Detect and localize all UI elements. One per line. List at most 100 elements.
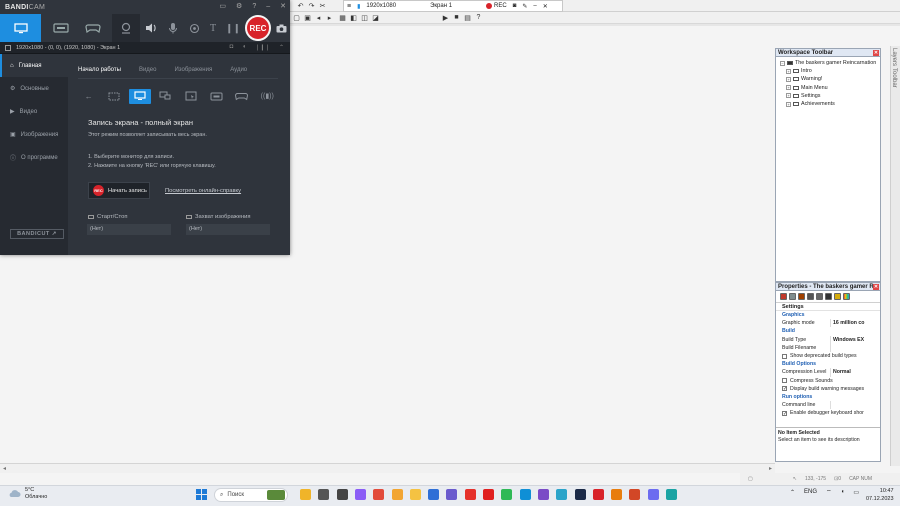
mic-icon[interactable]: ▮ [357, 3, 360, 10]
camera-icon[interactable]: ◙ [513, 3, 517, 9]
mail-icon[interactable] [428, 489, 440, 500]
weather-widget[interactable]: 5°C Облачно [8, 487, 47, 500]
pencil-icon[interactable]: ✎ [522, 3, 527, 10]
store-icon[interactable] [647, 489, 659, 500]
speaker-button[interactable] [140, 14, 162, 42]
text-overlay-button[interactable]: T [202, 14, 224, 42]
submode-around-mouse[interactable] [180, 89, 202, 104]
taskbar-search[interactable]: ⌕ Поиск [214, 488, 288, 502]
taskbar-clock[interactable]: 10:47 07.12.2023 [866, 487, 894, 503]
tool-new-icon[interactable]: ▢ [292, 13, 301, 22]
chrome-icon[interactable] [373, 489, 385, 500]
close-icon[interactable]: ✕ [873, 50, 879, 56]
undo-icon[interactable]: ↶ [296, 1, 305, 10]
property-row[interactable]: Command line [776, 401, 880, 410]
battery-icon[interactable]: ▭ [853, 489, 859, 496]
gear-icon[interactable]: ⚙ [236, 2, 242, 10]
expand-icon[interactable]: + [786, 68, 791, 74]
tool-sprite-icon[interactable]: ◧ [349, 13, 358, 22]
pause-button[interactable]: ❙❙ [222, 14, 244, 42]
expand-icon[interactable]: + [786, 76, 791, 82]
tool-play-icon[interactable]: ▶ [441, 13, 450, 22]
mic-button[interactable] [162, 14, 184, 42]
property-checkbox-row[interactable]: ✓ Display build warning messages [776, 385, 880, 393]
close-icon[interactable]: ✕ [543, 3, 548, 10]
sidebar-item-0[interactable]: ⌂ Главная [0, 54, 68, 77]
edge-icon[interactable] [519, 489, 531, 500]
collapse-icon[interactable]: ⌃ [279, 44, 284, 51]
checkbox-checked-icon[interactable]: ✓ [782, 410, 787, 416]
tree-item[interactable]: + Main Menu [780, 84, 880, 92]
tab-2[interactable]: Изображения [174, 67, 212, 73]
property-value[interactable]: Normal [830, 368, 880, 377]
sidebar-item-2[interactable]: ▶ Видео [0, 100, 68, 123]
property-row[interactable]: Compression Level Normal [776, 368, 880, 377]
volume-icon[interactable]: ◖ [841, 489, 845, 495]
online-help-link[interactable]: Посмотреть онлайн-справку [165, 188, 241, 194]
font-icon[interactable] [825, 293, 832, 300]
powerpoint-icon[interactable] [629, 489, 641, 500]
audio-wave-icon[interactable]: ❘❙❘ [255, 44, 270, 51]
sidebar-item-3[interactable]: ▣ Изображения [0, 123, 68, 146]
tree-item[interactable]: + Settings [780, 92, 880, 100]
tree-root[interactable]: − The baskers gamer Reincarnation [780, 59, 880, 67]
blender-icon[interactable] [611, 489, 623, 500]
close-icon[interactable]: ✕ [873, 284, 879, 290]
tree-item[interactable]: + Intro [780, 67, 880, 75]
windows-start-icon[interactable] [196, 489, 207, 500]
property-value[interactable] [830, 343, 880, 352]
submode-back[interactable]: ← [78, 89, 100, 104]
folder-icon[interactable] [409, 489, 421, 500]
submode-audio[interactable]: ((▮)) [257, 89, 279, 104]
rec-button[interactable]: REC [245, 15, 271, 41]
expand-icon[interactable]: + [786, 101, 791, 107]
tab-0[interactable]: Начало работы [78, 67, 121, 73]
teams-icon[interactable] [446, 489, 458, 500]
submode-rect[interactable] [104, 89, 126, 104]
tool-debug-icon[interactable]: ▤ [463, 13, 472, 22]
photos-icon[interactable] [391, 489, 403, 500]
tool-room-icon[interactable]: ◪ [371, 13, 380, 22]
help-icon[interactable]: ? [252, 3, 256, 10]
checkbox-checked-icon[interactable]: ✓ [782, 386, 787, 392]
property-row[interactable]: Build Filename [776, 343, 880, 352]
sound-icon[interactable] [789, 293, 796, 300]
submode-gamepad[interactable] [231, 89, 253, 104]
checkbox-icon[interactable] [782, 378, 787, 384]
whatsapp-icon[interactable] [501, 489, 513, 500]
tab-1[interactable]: Видео [139, 67, 157, 73]
mode-screen-button[interactable] [0, 14, 41, 42]
property-value[interactable]: Windows EX [830, 335, 880, 344]
hotkey-start-field[interactable]: (Нет) [87, 224, 171, 235]
minimize-icon[interactable]: – [266, 3, 270, 10]
file-explorer-icon[interactable] [300, 489, 311, 500]
sidebar-item-4[interactable]: ⓘ О программе [0, 146, 68, 169]
screenshot-button[interactable] [272, 14, 290, 42]
sidebar-item-1[interactable]: ⚙ Основные [0, 77, 68, 100]
layers-tab-label[interactable]: Layers [891, 48, 897, 66]
yandex-icon[interactable] [464, 489, 476, 500]
tool-open-icon[interactable]: ▣ [303, 13, 312, 22]
toolbar-tab-label[interactable]: Toolbar [891, 68, 897, 88]
bandicam-icon[interactable] [592, 489, 604, 500]
room-icon[interactable] [843, 293, 850, 300]
webcam-button[interactable] [112, 14, 140, 42]
tool-help-icon[interactable]: ? [474, 13, 483, 22]
tree-item[interactable]: + Achievements [780, 100, 880, 108]
property-value[interactable]: 16 million co [830, 319, 880, 328]
video-icon[interactable]: ◘ [230, 44, 234, 51]
opera-icon[interactable] [483, 489, 494, 500]
browser-icon[interactable] [354, 489, 366, 500]
property-row[interactable]: Graphic mode 16 million co [776, 319, 880, 328]
collapse-icon[interactable]: − [780, 60, 785, 66]
sprite-icon[interactable] [780, 293, 787, 300]
horizontal-scrollbar[interactable]: ◂ ▸ [0, 463, 775, 473]
close-icon[interactable]: ✕ [280, 2, 286, 10]
start-recording-button[interactable]: REC Начать запись [88, 182, 150, 199]
mode-gamepad-button[interactable] [78, 14, 108, 42]
tray-chevron-icon[interactable]: ⌃ [790, 489, 795, 496]
property-value[interactable] [830, 401, 880, 410]
cut-icon[interactable]: ✂ [318, 1, 327, 10]
paint-icon[interactable] [556, 489, 568, 500]
folder-icon[interactable]: ▭ [219, 2, 226, 10]
